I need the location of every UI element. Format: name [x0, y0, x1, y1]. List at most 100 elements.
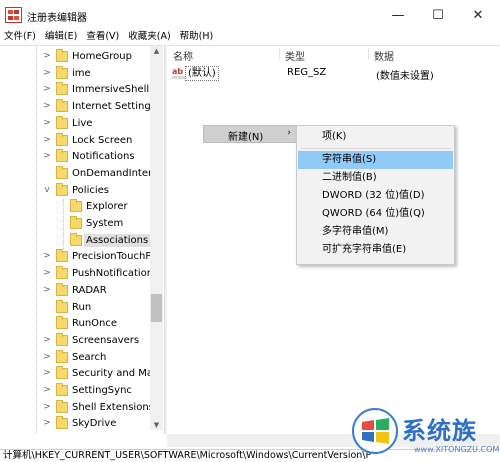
column-header-name[interactable]: 名称: [173, 48, 193, 63]
expand-down-icon[interactable]: v: [43, 185, 51, 195]
submenu-item-dword-value[interactable]: DWORD (32 位)值(D): [298, 187, 453, 205]
folder-icon: [70, 216, 82, 229]
tree-item-label: SettingSync: [72, 385, 132, 396]
tree-item-label: Screensavers: [72, 334, 140, 346]
expand-right-icon[interactable]: >: [43, 51, 51, 61]
folder-icon: [56, 99, 68, 113]
tree-item[interactable]: > Search: [0, 349, 150, 367]
tree-item[interactable]: > RADAR: [0, 282, 150, 300]
tree-item[interactable]: Associations: [0, 232, 151, 250]
expand-right-icon[interactable]: >: [43, 418, 51, 428]
folder-icon: [56, 366, 68, 380]
tree-vertical-scrollbar[interactable]: ▲ ▼: [150, 46, 163, 430]
registry-tree[interactable]: > HomeGroup > ime > ImmersiveShell > Internet S…: [0, 45, 163, 434]
tree-item[interactable]: > ime: [0, 65, 150, 83]
tree-item-label: RunOnce: [72, 318, 118, 330]
column-divider[interactable]: [279, 48, 280, 60]
expand-right-icon[interactable]: >: [43, 118, 51, 128]
expand-right-icon[interactable]: >: [43, 335, 51, 345]
tree-item[interactable]: > Lock Screen: [0, 132, 150, 150]
tree-item-label: SkyDrive: [72, 418, 117, 430]
folder-icon: [56, 249, 68, 263]
close-button[interactable]: ✕: [458, 0, 498, 30]
value-name[interactable]: (默认): [185, 66, 219, 81]
value-row[interactable]: ab (默认) REG_SZ (数值未设置): [169, 66, 489, 82]
tree-item-label: Explorer: [86, 201, 128, 213]
submenu-item-string-value[interactable]: 字符串值(S): [298, 151, 453, 169]
folder-icon: [56, 165, 68, 179]
tree-item-label: Run: [72, 301, 92, 313]
context-menu-new[interactable]: 新建(N) ›: [203, 125, 299, 143]
folder-icon: [56, 332, 68, 346]
menu-favorites[interactable]: 收藏夹(A): [128, 30, 170, 44]
column-divider[interactable]: [368, 48, 369, 60]
maximize-button[interactable]: ☐: [418, 0, 458, 30]
tree-item[interactable]: > Internet Settings: [0, 99, 156, 116]
menu-item-new[interactable]: 新建(N): [228, 128, 263, 143]
menu-help[interactable]: 帮助(H): [180, 30, 214, 44]
folder-icon: [56, 416, 68, 430]
folder-icon: [56, 65, 68, 79]
column-header-type[interactable]: 类型: [285, 48, 305, 63]
minimize-button[interactable]: —: [378, 0, 418, 30]
scroll-down-icon[interactable]: ▼: [150, 420, 163, 430]
tree-item[interactable]: > ImmersiveShell: [0, 82, 150, 99]
tree-item[interactable]: Explorer: [0, 199, 150, 216]
expand-right-icon[interactable]: >: [43, 151, 51, 161]
tree-item-label: Associations: [84, 233, 151, 247]
expand-right-icon[interactable]: >: [43, 101, 51, 111]
title-bar: 注册表编辑器 — ☐ ✕: [0, 0, 500, 30]
scroll-up-icon[interactable]: ▲: [150, 46, 163, 56]
tree-item[interactable]: RunOnce: [0, 316, 150, 333]
column-header-data[interactable]: 数据: [374, 48, 394, 63]
expand-right-icon[interactable]: >: [43, 251, 51, 261]
menu-file[interactable]: 文件(F): [4, 30, 36, 44]
tree-item[interactable]: > Live: [0, 115, 150, 133]
expand-right-icon[interactable]: >: [43, 84, 51, 94]
tree-item[interactable]: OnDemandInterfac: [0, 165, 163, 183]
tree-item[interactable]: > SkyDrive: [0, 416, 150, 433]
watermark-logo-icon: [352, 408, 398, 454]
tree-item-label: Notifications: [72, 151, 135, 163]
new-submenu: 项(K) 字符串值(S) 二进制值(B) DWORD (32 位)值(D) QW…: [296, 125, 455, 265]
expand-right-icon[interactable]: >: [43, 285, 51, 295]
folder-icon: [70, 199, 82, 213]
tree-item[interactable]: > Notifications: [0, 149, 150, 166]
submenu-item-multi-string-value[interactable]: 多字符串值(M): [298, 223, 453, 241]
tree-item[interactable]: > Shell Extensions: [0, 399, 154, 417]
site-watermark: 系统族 www.XITONGZU.COM: [352, 405, 500, 462]
expand-right-icon[interactable]: >: [43, 352, 51, 362]
menu-view[interactable]: 查看(V): [86, 30, 119, 44]
tree-item[interactable]: Run: [0, 299, 150, 317]
expand-right-icon[interactable]: >: [43, 135, 51, 145]
tree-scroll-thumb[interactable]: [151, 294, 162, 322]
watermark-url: www.XITONGZU.COM: [414, 445, 500, 454]
expand-right-icon[interactable]: >: [43, 268, 51, 278]
submenu-arrow-icon: ›: [287, 128, 291, 138]
tree-item[interactable]: > PrecisionTouchPac: [0, 249, 163, 266]
tree-item-label: Shell Extensions: [72, 401, 154, 413]
folder-icon: [56, 182, 68, 196]
expand-right-icon[interactable]: >: [43, 368, 51, 378]
tree-item[interactable]: System: [0, 216, 150, 233]
tree-item[interactable]: > Security and Maint: [0, 366, 163, 383]
submenu-item-binary-value[interactable]: 二进制值(B): [298, 169, 453, 187]
submenu-item-expandable-string-value[interactable]: 可扩充字符串值(E): [298, 241, 453, 259]
expand-right-icon[interactable]: >: [43, 402, 51, 412]
tree-item[interactable]: > Screensavers: [0, 332, 150, 350]
tree-item[interactable]: > HomeGroup: [0, 49, 150, 66]
tree-item[interactable]: > PushNotifications: [0, 266, 158, 283]
value-data: (数值未设置): [376, 71, 434, 82]
menu-separator: [301, 148, 451, 149]
folder-icon: [56, 349, 68, 363]
expand-right-icon[interactable]: >: [43, 385, 51, 395]
tree-item[interactable]: > SettingSync: [0, 383, 150, 400]
expand-right-icon[interactable]: >: [43, 68, 51, 78]
submenu-item-qword-value[interactable]: QWORD (64 位)值(Q): [298, 205, 453, 223]
menu-edit[interactable]: 编辑(E): [45, 30, 77, 44]
tree-item-label: Policies: [72, 184, 109, 196]
folder-icon: [56, 316, 68, 330]
tree-item[interactable]: v Policies: [0, 182, 150, 200]
string-value-icon: ab: [172, 67, 185, 79]
submenu-item-key[interactable]: 项(K): [298, 128, 453, 146]
